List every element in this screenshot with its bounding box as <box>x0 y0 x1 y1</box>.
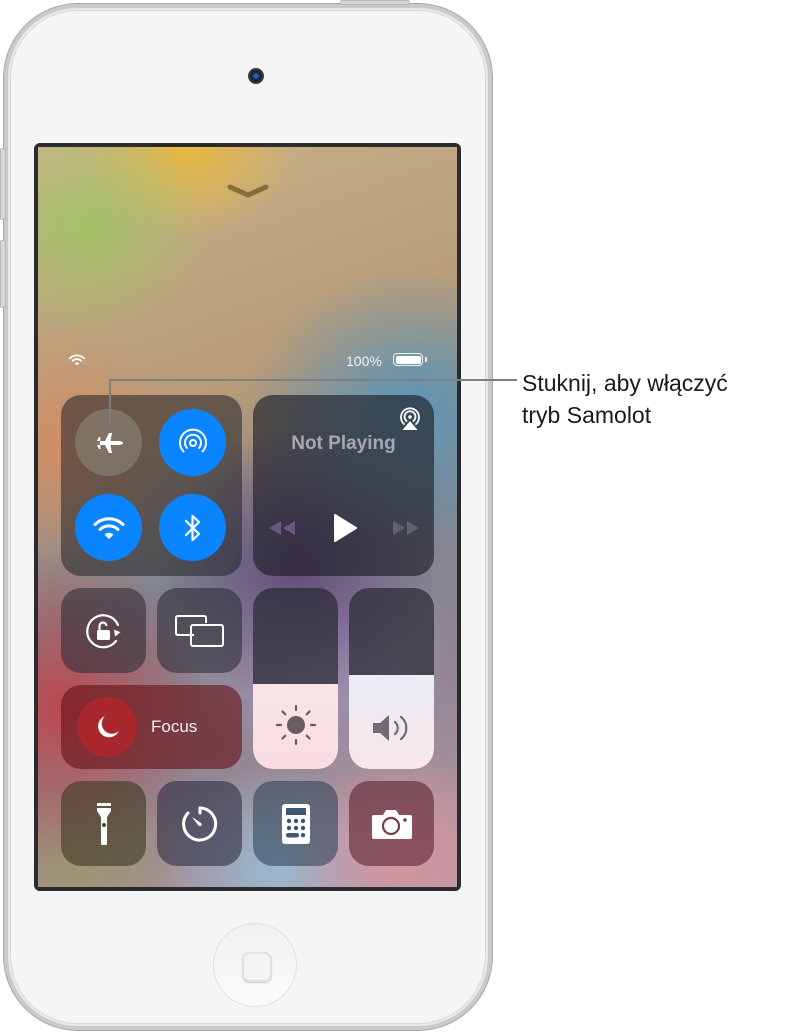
front-camera <box>248 68 264 84</box>
airdrop-button[interactable] <box>159 409 226 476</box>
sun-icon <box>275 704 316 746</box>
wifi-icon <box>69 354 85 366</box>
moon-icon <box>98 716 119 738</box>
callout-line-vertical <box>109 379 111 423</box>
battery-cap <box>425 357 427 362</box>
wifi-icon <box>93 516 124 539</box>
control-center-screen: 100% Not Playing Focus <box>38 147 457 887</box>
flashlight-button[interactable] <box>61 781 146 866</box>
wifi-button[interactable] <box>75 494 142 561</box>
volume-slider[interactable] <box>349 588 434 769</box>
now-playing-title: Not Playing <box>291 433 396 454</box>
focus-icon-circle <box>77 697 137 757</box>
home-button-square-icon <box>242 952 272 982</box>
bluetooth-button[interactable] <box>159 494 226 561</box>
focus-label: Focus <box>151 717 198 736</box>
rewind-icon[interactable] <box>267 519 297 537</box>
orientation-lock-button[interactable] <box>61 588 146 673</box>
airplay-icon[interactable] <box>397 405 423 431</box>
chevron-down-icon[interactable] <box>226 183 270 201</box>
speaker-icon <box>372 715 407 741</box>
battery-percent: 100% <box>346 353 382 369</box>
bluetooth-icon <box>184 514 200 541</box>
focus-button[interactable]: Focus <box>61 685 242 769</box>
fast-forward-icon[interactable] <box>391 519 421 537</box>
calculator-icon <box>281 803 310 844</box>
airdrop-icon <box>178 428 207 452</box>
volume-up-button[interactable] <box>0 148 6 220</box>
camera-icon <box>371 809 412 839</box>
play-icon[interactable] <box>332 513 358 543</box>
screen-mirroring-button[interactable] <box>157 588 242 673</box>
callout-text-line2: tryb Samolot <box>522 402 652 428</box>
calculator-button[interactable] <box>253 781 338 866</box>
callout-line-horizontal <box>109 379 517 381</box>
connectivity-panel <box>61 395 242 576</box>
brightness-slider[interactable] <box>253 588 338 769</box>
home-button[interactable] <box>213 923 297 1007</box>
top-button[interactable] <box>340 0 410 5</box>
timer-icon <box>181 806 217 841</box>
volume-down-button[interactable] <box>0 240 6 308</box>
orientation-lock-icon <box>85 613 121 648</box>
battery-icon <box>393 353 423 366</box>
camera-button[interactable] <box>349 781 434 866</box>
airplane-icon <box>95 432 123 453</box>
callout-text-line1: Stuknij, aby włączyć <box>522 370 728 396</box>
timer-button[interactable] <box>157 781 242 866</box>
screen-mirroring-icon <box>174 614 224 647</box>
flashlight-icon <box>96 802 111 845</box>
now-playing-panel[interactable]: Not Playing <box>253 395 434 576</box>
